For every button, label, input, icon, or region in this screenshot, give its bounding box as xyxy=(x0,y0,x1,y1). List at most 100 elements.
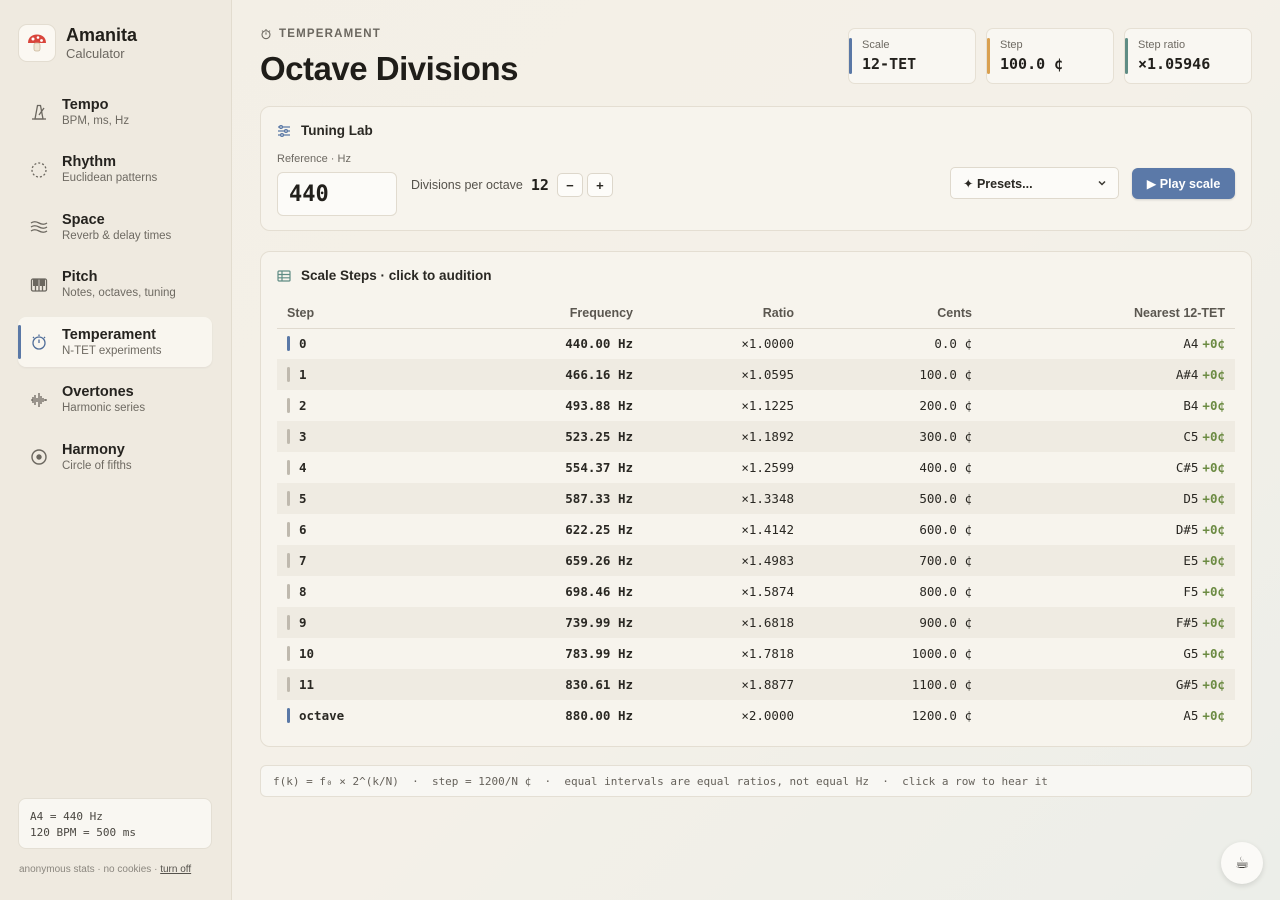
cents-cell: 300.0 ¢ xyxy=(804,421,982,452)
table-row[interactable]: 7 659.26 Hz ×1.4983 700.0 ¢ E5 +0¢ xyxy=(277,545,1235,576)
nearest-cell: A4 +0¢ xyxy=(982,328,1235,359)
presets-select[interactable]: ✦ Presets... xyxy=(950,167,1119,199)
scale-steps-table: Step Frequency Ratio Cents Nearest 12-TE… xyxy=(277,298,1235,731)
frequency-cell: 659.26 Hz xyxy=(437,545,643,576)
column-header-cents: Cents xyxy=(804,298,982,329)
cents-cell: 1200.0 ¢ xyxy=(911,708,972,723)
step-marker xyxy=(287,677,290,692)
note-name: D5 xyxy=(1183,491,1199,506)
table-row[interactable]: 0 440.00 Hz ×1.0000 0.0 ¢ A4 +0¢ xyxy=(277,328,1235,359)
cents-cell: 800.0 ¢ xyxy=(919,584,972,599)
sidebar-item-tempo[interactable]: Tempo BPM, ms, Hz xyxy=(18,87,212,137)
column-header-nearest: Nearest 12-TET xyxy=(982,298,1235,329)
note-name: F#5 xyxy=(1175,615,1199,630)
deviation: +0¢ xyxy=(1202,708,1225,723)
sidebar-item-rhythm[interactable]: Rhythm Euclidean patterns xyxy=(18,145,212,195)
table-row[interactable]: 9 739.99 Hz ×1.6818 900.0 ¢ F#5 +0¢ xyxy=(277,607,1235,638)
deviation: +0¢ xyxy=(1202,491,1225,506)
step-value: 0 xyxy=(299,336,307,352)
column-header-step: Step xyxy=(277,298,437,329)
target-icon xyxy=(31,449,47,465)
step-value: 2 xyxy=(299,398,307,413)
step-marker xyxy=(287,522,290,537)
note-name: E5 xyxy=(1183,553,1199,568)
nearest-cell: G5 +0¢ xyxy=(982,638,1235,669)
ratio-cell: ×2.0000 xyxy=(741,708,794,723)
brand[interactable]: Amanita Calculator xyxy=(18,24,137,62)
dotted-circle-icon xyxy=(31,161,47,178)
deviation: +0¢ xyxy=(1202,522,1225,537)
ratio-cell: ×1.0595 xyxy=(643,359,804,390)
privacy-footer: anonymous stats · no cookies · turn off xyxy=(19,864,192,875)
step-marker xyxy=(287,584,290,599)
table-row[interactable]: 2 493.88 Hz ×1.1225 200.0 ¢ B4 +0¢ xyxy=(277,390,1235,421)
frequency-cell: 698.46 Hz xyxy=(565,584,633,599)
deviation: +0¢ xyxy=(1202,367,1225,382)
play-scale-button[interactable]: ▶ Play scale xyxy=(1132,168,1235,199)
page-title: Octave Divisions xyxy=(260,50,518,87)
step-value: 11 xyxy=(299,677,315,692)
waves-icon xyxy=(30,221,48,233)
reference-label: Reference · Hz xyxy=(277,153,351,165)
nearest-cell: F#5 +0¢ xyxy=(982,607,1235,638)
table-row[interactable]: 1 466.16 Hz ×1.0595 100.0 ¢ A#4 +0¢ xyxy=(277,359,1235,390)
step-value: 7 xyxy=(299,553,307,568)
note-name: F5 xyxy=(1183,584,1199,599)
sidebar-item-overtones[interactable]: Overtones Harmonic series xyxy=(18,375,212,425)
sidebar-item-pitch[interactable]: Pitch Notes, octaves, tuning xyxy=(18,260,212,310)
cents-cell: 1000.0 ¢ xyxy=(911,646,972,661)
frequency-cell: 523.25 Hz xyxy=(437,421,643,452)
deviation: +0¢ xyxy=(1202,615,1225,630)
table-header-row: Step Frequency Ratio Cents Nearest 12-TE… xyxy=(277,298,1235,329)
frequency-cell: 880.00 Hz xyxy=(565,708,633,723)
metronome-icon xyxy=(32,104,46,120)
frequency-cell: 739.99 Hz xyxy=(437,607,643,638)
nearest-cell: D#5 +0¢ xyxy=(982,514,1235,545)
deviation: +0¢ xyxy=(1202,398,1225,413)
tuning-fork-dial-icon xyxy=(32,334,46,350)
deviation: +0¢ xyxy=(1202,553,1225,568)
table-row[interactable]: 8 698.46 Hz ×1.5874 800.0 ¢ F5 +0¢ xyxy=(277,576,1235,607)
reference-hz-input[interactable]: 440 xyxy=(277,172,397,216)
cents-cell: 100.0 ¢ xyxy=(804,359,982,390)
table-row[interactable]: 6 622.25 Hz ×1.4142 600.0 ¢ D#5 +0¢ xyxy=(277,514,1235,545)
decrement-divisions-button[interactable]: − xyxy=(556,173,583,197)
table-row[interactable]: 10 783.99 Hz ×1.7818 1000.0 ¢ G5 +0¢ xyxy=(277,638,1235,669)
step-value: 8 xyxy=(299,584,307,599)
step-marker xyxy=(287,398,290,413)
section-eyebrow: TEMPERAMENT xyxy=(260,28,381,40)
sliders-icon xyxy=(278,124,290,137)
step-value: octave xyxy=(299,708,345,723)
step-marker xyxy=(287,367,290,382)
frequency-cell: 493.88 Hz xyxy=(565,398,633,413)
deviation: +0¢ xyxy=(1202,584,1225,599)
ratio-cell: ×1.2599 xyxy=(741,460,794,475)
nearest-cell: A#4 +0¢ xyxy=(982,359,1235,390)
coffee-button[interactable]: ☕ xyxy=(1221,842,1263,884)
note-name: G5 xyxy=(1183,646,1199,661)
increment-divisions-button[interactable]: + xyxy=(586,173,613,197)
brand-name: Amanita xyxy=(66,25,138,45)
cents-cell: 500.0 ¢ xyxy=(804,483,982,514)
frequency-cell: 587.33 Hz xyxy=(437,483,643,514)
cents-cell: 1100.0 ¢ xyxy=(804,669,982,700)
table-row[interactable]: 4 554.37 Hz ×1.2599 400.0 ¢ C#5 +0¢ xyxy=(277,452,1235,483)
ratio-cell: ×1.1225 xyxy=(741,398,794,413)
column-header-ratio: Ratio xyxy=(643,298,804,329)
note-name: C#5 xyxy=(1175,460,1199,475)
formula-hint: f(k) = f₀ × 2^(k/N) · step = 1200/N ¢ · … xyxy=(260,765,1252,797)
sidebar-item-temperament[interactable]: Temperament N-TET experiments xyxy=(18,317,212,367)
sidebar-item-space[interactable]: Space Reverb & delay times xyxy=(18,202,212,252)
mushroom-logo-icon xyxy=(18,24,56,62)
cents-cell: 400.0 ¢ xyxy=(919,460,972,475)
table-row[interactable]: 11 830.61 Hz ×1.8877 1100.0 ¢ G#5 +0¢ xyxy=(277,669,1235,700)
sidebar-item-harmony[interactable]: Harmony Circle of fifths xyxy=(18,432,212,482)
waveform-icon xyxy=(31,392,47,407)
table-row[interactable]: 5 587.33 Hz ×1.3348 500.0 ¢ D5 +0¢ xyxy=(277,483,1235,514)
table-row[interactable]: 3 523.25 Hz ×1.1892 300.0 ¢ C5 +0¢ xyxy=(277,421,1235,452)
ratio-cell: ×1.4983 xyxy=(643,545,804,576)
nearest-cell: B4 +0¢ xyxy=(982,390,1235,421)
table-row[interactable]: octave 880.00 Hz ×2.0000 1200.0 ¢ A5 +0¢ xyxy=(277,700,1235,731)
turn-off-stats-link[interactable]: turn off xyxy=(160,864,191,875)
cents-cell: 200.0 ¢ xyxy=(919,398,972,413)
